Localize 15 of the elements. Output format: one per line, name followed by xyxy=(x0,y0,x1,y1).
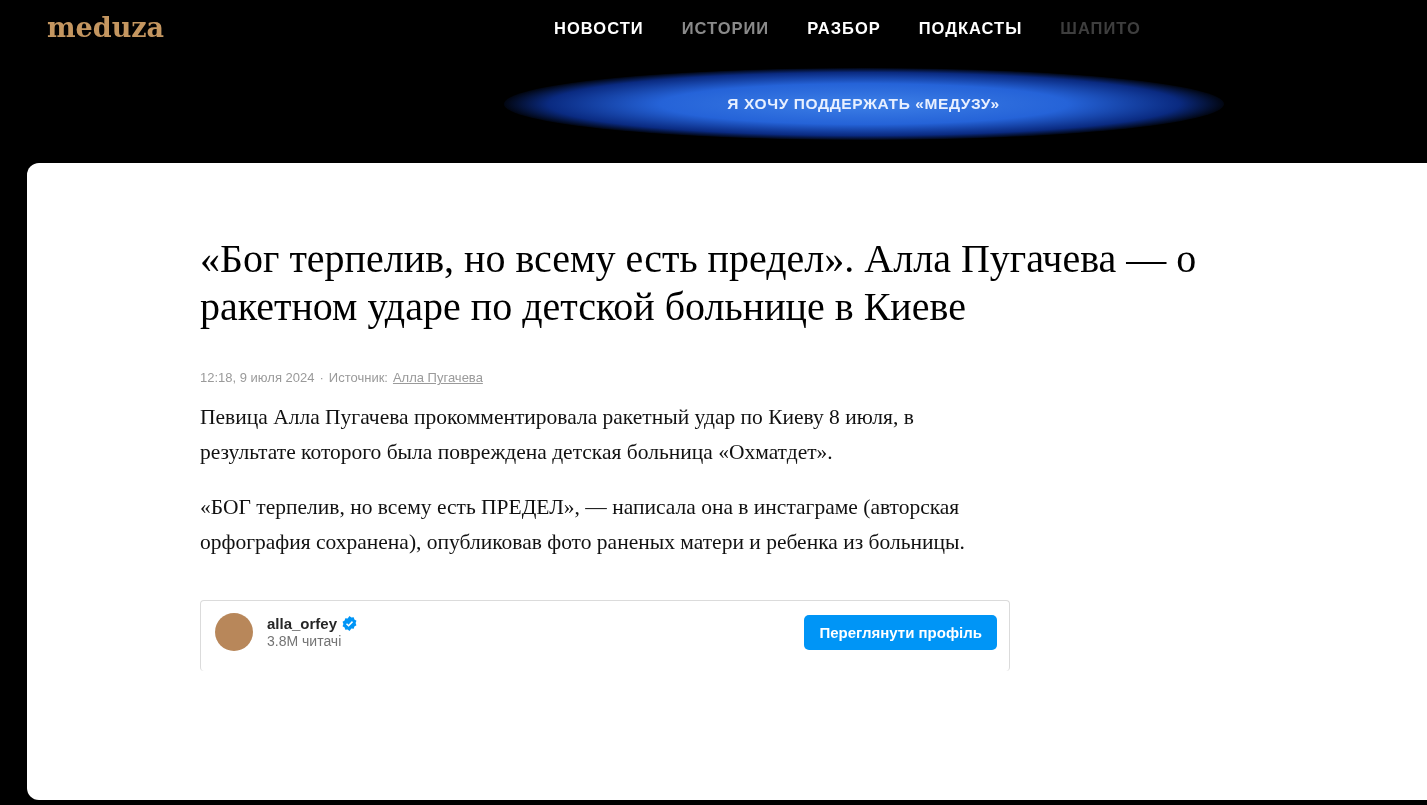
nav-link[interactable]: ПОДКАСТЫ xyxy=(918,18,1023,38)
nav-link[interactable]: РАЗБОР xyxy=(807,18,881,38)
source-label: Источник: xyxy=(328,370,388,385)
article-paragraph: «БОГ терпелив, но всему есть ПРЕДЕЛ», — написала она в инстаграме (авторская орфография сохранена), опубликовав фото раненых матери и ребенка из больницы. xyxy=(200,494,966,556)
meta-separator: · xyxy=(319,370,324,385)
article-paragraph: Певица Алла Пугачева прокомментировала ракетный удар по Киеву 8 июля, в результате которого была повреждена детская больница «Охматдет». xyxy=(200,404,915,466)
nav-link[interactable]: НОВОСТИ xyxy=(554,18,644,38)
nav-link[interactable]: ИСТОРИИ xyxy=(681,18,770,38)
article-title: «Бог терпелив, но всему есть предел». Алла Пугачева — о ракетном ударе по детской больнице в Киеве xyxy=(200,235,1198,331)
username[interactable]: alla_orfey xyxy=(267,615,338,632)
avatar xyxy=(215,613,253,651)
site-logo[interactable]: meduza xyxy=(47,11,165,43)
publish-time: 12:18, 9 июля 2024 xyxy=(200,370,315,385)
follower-count: 3.8M читачі xyxy=(267,633,343,649)
support-button[interactable]: Я ХОЧУ ПОДДЕРЖАТЬ «МЕДУЗУ» xyxy=(503,68,1224,140)
